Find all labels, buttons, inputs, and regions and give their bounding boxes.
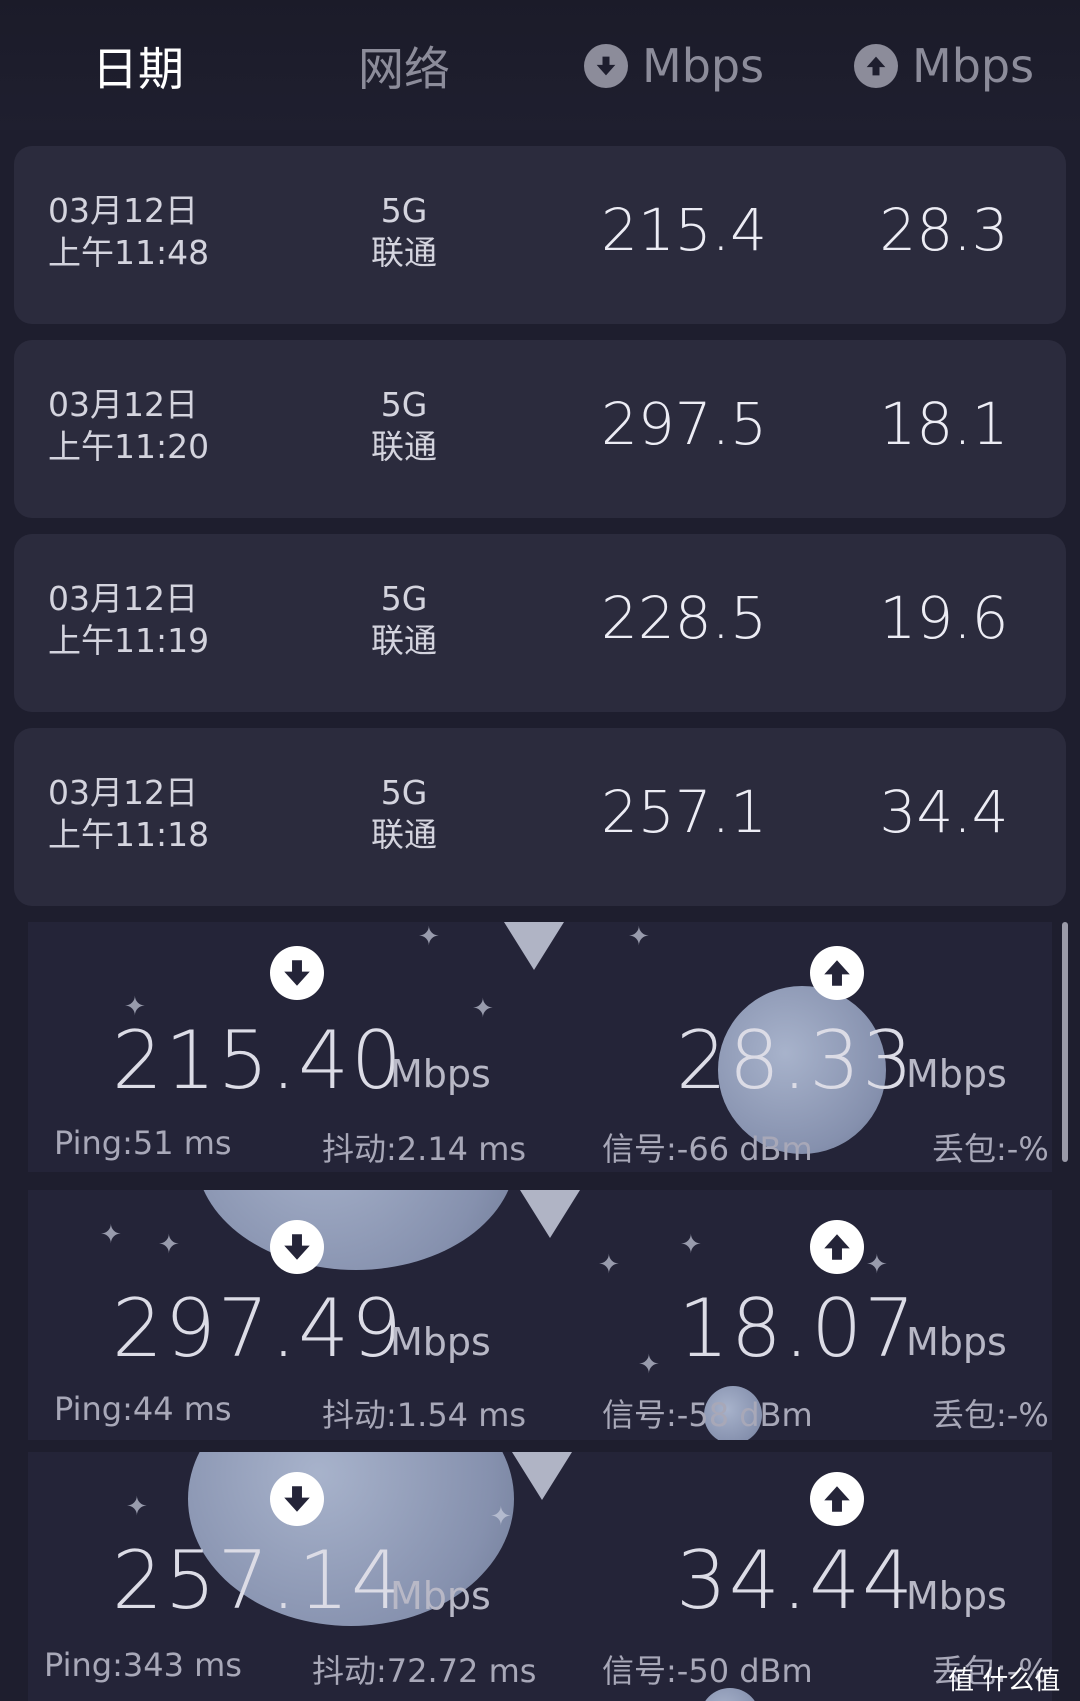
upload-icon: [810, 1220, 864, 1274]
result-card[interactable]: ✦ ✦ ✦ ✦ 215.40 Mbps 28.33 Mbps Ping:51 m…: [28, 922, 1052, 1172]
row-net-type: 5G: [380, 385, 428, 424]
result-card[interactable]: ✦ ✦ ✦ ✦ ✦ ✦ 297.49 Mbps 18.07 Mbps Ping:…: [28, 1190, 1052, 1440]
decor-sparkle: ✦: [126, 1492, 148, 1522]
download-icon: [270, 946, 324, 1000]
watermark-text: 值 什么值得买: [948, 1666, 1061, 1696]
download-unit: Mbps: [390, 1574, 491, 1618]
row-net-type: 5G: [380, 773, 428, 812]
scrollbar[interactable]: [1062, 922, 1068, 1162]
row-upload-speed: 34.4: [879, 778, 1009, 846]
history-row[interactable]: 03月12日 上午11:19 5G 联通 228.5 19.6: [14, 534, 1066, 712]
decor-diamond: [504, 922, 564, 970]
row-download-speed: 215.4: [600, 196, 768, 264]
column-download[interactable]: Mbps: [584, 36, 764, 96]
ping-value: Ping:51 ms: [54, 1124, 232, 1162]
row-download-speed: 297.5: [600, 390, 768, 458]
decor-sparkle: ✦: [628, 922, 650, 952]
column-network[interactable]: 网络: [358, 36, 450, 96]
upload-unit: Mbps: [906, 1574, 1007, 1618]
row-carrier: 联通: [371, 621, 437, 660]
row-upload-speed: 28.3: [879, 196, 1009, 264]
row-datetime: 03月12日 上午11:18: [48, 772, 209, 856]
decor-diamond: [520, 1190, 580, 1238]
decor-sparkle: ✦: [638, 1350, 660, 1380]
header: 日期 网络 Mbps Mbps: [0, 0, 1080, 130]
decor-sparkle: ✦: [100, 1220, 122, 1250]
upload-icon: [810, 946, 864, 1000]
decor-sparkle: ✦: [158, 1230, 180, 1260]
row-date: 03月12日: [48, 773, 198, 812]
row-network: 5G 联通: [344, 772, 464, 856]
row-network: 5G 联通: [344, 190, 464, 274]
jitter-value: 抖动:72.72 ms: [312, 1652, 537, 1690]
upload-speed: 18.07: [678, 1282, 918, 1375]
decor-sparkle: ✦: [598, 1250, 620, 1280]
row-network: 5G 联通: [344, 578, 464, 662]
row-datetime: 03月12日 上午11:19: [48, 578, 209, 662]
history-row[interactable]: 03月12日 上午11:20 5G 联通 297.5 18.1: [14, 340, 1066, 518]
row-time: 上午11:19: [48, 621, 210, 660]
column-network-label: 网络: [358, 42, 450, 96]
upload-speed: 34.44: [676, 1534, 916, 1627]
row-datetime: 03月12日 上午11:20: [48, 384, 209, 468]
row-time: 上午11:18: [48, 815, 210, 854]
download-speed: 257.14: [112, 1534, 404, 1627]
column-date-label: 日期: [92, 42, 184, 96]
decor-sparkle: ✦: [472, 994, 494, 1024]
download-speed: 297.49: [112, 1282, 404, 1375]
decor-sparkle: ✦: [680, 1230, 702, 1260]
row-time: 上午11:48: [48, 233, 210, 272]
row-date: 03月12日: [48, 191, 198, 230]
signal-value: 信号:-50 dBm: [602, 1652, 813, 1690]
column-upload-unit: Mbps: [912, 39, 1035, 93]
row-time: 上午11:20: [48, 427, 210, 466]
history-row[interactable]: 03月12日 上午11:48 5G 联通 215.4 28.3: [14, 146, 1066, 324]
upload-speed: 28.33: [676, 1014, 916, 1107]
column-date[interactable]: 日期: [92, 36, 184, 96]
decor-sparkle: ✦: [418, 922, 440, 952]
packet-loss-value: 丢包:-%: [932, 1130, 1049, 1168]
upload-unit: Mbps: [906, 1052, 1007, 1096]
download-icon: [270, 1220, 324, 1274]
download-arrow-icon: [584, 44, 628, 88]
row-net-type: 5G: [380, 191, 428, 230]
signal-value: 信号:-66 dBm: [602, 1130, 813, 1168]
row-date: 03月12日: [48, 385, 198, 424]
packet-loss-value: 丢包:-%: [932, 1396, 1049, 1434]
download-unit: Mbps: [390, 1052, 491, 1096]
row-date: 03月12日: [48, 579, 198, 618]
row-carrier: 联通: [371, 427, 437, 466]
decor-diamond: [512, 1452, 572, 1500]
jitter-value: 抖动:2.14 ms: [322, 1130, 527, 1168]
upload-unit: Mbps: [906, 1320, 1007, 1364]
signal-value: 信号:-58 dBm: [602, 1396, 813, 1434]
row-datetime: 03月12日 上午11:48: [48, 190, 209, 274]
row-carrier: 联通: [371, 815, 437, 854]
decor-sparkle: ✦: [866, 1250, 888, 1280]
history-row[interactable]: 03月12日 上午11:18 5G 联通 257.1 34.4: [14, 728, 1066, 906]
watermark: 值 什么值得买: [948, 1660, 1080, 1701]
result-card[interactable]: ✦ ✦ 257.14 Mbps 34.44 Mbps Ping:343 ms 抖…: [28, 1452, 1052, 1701]
column-download-unit: Mbps: [642, 39, 765, 93]
decor-bubble: [196, 1190, 516, 1270]
jitter-value: 抖动:1.54 ms: [322, 1396, 527, 1434]
download-icon: [270, 1472, 324, 1526]
row-upload-speed: 18.1: [879, 390, 1009, 458]
row-carrier: 联通: [371, 233, 437, 272]
row-network: 5G 联通: [344, 384, 464, 468]
decor-sparkle: ✦: [490, 1502, 512, 1532]
row-download-speed: 228.5: [600, 584, 768, 652]
upload-arrow-icon: [854, 44, 898, 88]
download-unit: Mbps: [390, 1320, 491, 1364]
row-download-speed: 257.1: [600, 778, 768, 846]
ping-value: Ping:44 ms: [54, 1390, 232, 1428]
download-speed: 215.40: [112, 1014, 404, 1107]
row-upload-speed: 19.6: [879, 584, 1009, 652]
ping-value: Ping:343 ms: [44, 1646, 242, 1684]
row-net-type: 5G: [380, 579, 428, 618]
upload-icon: [810, 1472, 864, 1526]
column-upload[interactable]: Mbps: [854, 36, 1034, 96]
